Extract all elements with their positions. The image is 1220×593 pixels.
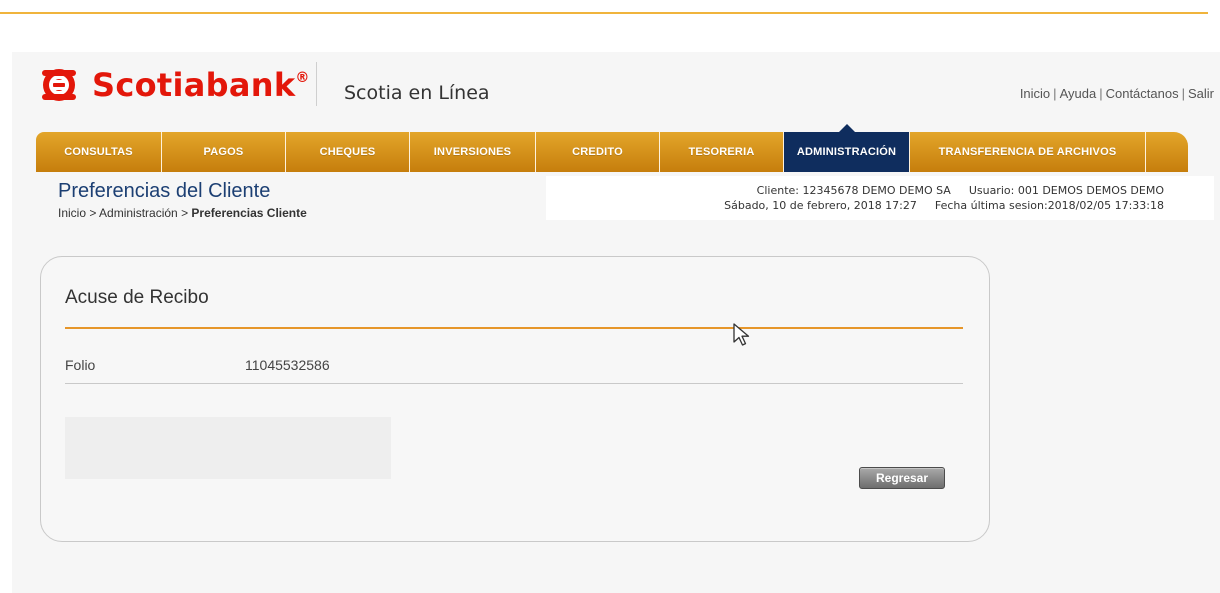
breadcrumb-inicio[interactable]: Inicio bbox=[58, 206, 86, 220]
breadcrumb: Inicio > Administración > Preferencias C… bbox=[58, 206, 307, 220]
app-frame: Scotiabank® Scotia en Línea Inicio | Ayuda… bbox=[12, 52, 1220, 593]
client-id: 12345678 DEMO DEMO SA bbox=[802, 184, 951, 197]
top-links: Inicio | Ayuda | Contáctanos | Salir bbox=[1019, 86, 1214, 101]
nav-cheques[interactable]: CHEQUES bbox=[286, 132, 410, 172]
header: Scotiabank® Scotia en Línea Inicio | Ayuda… bbox=[12, 52, 1220, 130]
link-inicio[interactable]: Inicio bbox=[1020, 86, 1050, 101]
nav-consultas[interactable]: CONSULTAS bbox=[36, 132, 162, 172]
empty-panel bbox=[65, 417, 391, 479]
link-salir[interactable]: Salir bbox=[1188, 86, 1214, 101]
link-contactanos[interactable]: Contáctanos bbox=[1106, 86, 1179, 101]
back-button[interactable]: Regresar bbox=[859, 467, 945, 489]
header-divider bbox=[316, 62, 317, 106]
nav-administracion[interactable]: ADMINISTRACIÓN bbox=[784, 124, 910, 172]
mouse-pointer-icon bbox=[733, 323, 750, 346]
nav-tesoreria[interactable]: TESORERIA bbox=[660, 132, 784, 172]
client-info: Cliente: 12345678 DEMO DEMO SA Usuario: 0… bbox=[546, 176, 1214, 220]
link-ayuda[interactable]: Ayuda bbox=[1060, 86, 1097, 101]
current-date: Sábado, 10 de febrero, 2018 17:27 bbox=[724, 199, 917, 212]
folio-label: Folio bbox=[65, 357, 96, 373]
app-name: Scotia en Línea bbox=[344, 82, 490, 104]
receipt-title: Acuse de Recibo bbox=[65, 287, 209, 308]
nav-inversiones[interactable]: INVERSIONES bbox=[410, 132, 536, 172]
nav-transferencia-archivos[interactable]: TRANSFERENCIA DE ARCHIVOS bbox=[910, 132, 1146, 172]
brand-name: Scotiabank® bbox=[92, 66, 310, 104]
user-id: 001 DEMOS DEMOS DEMO bbox=[1017, 184, 1164, 197]
scotiabank-logo-icon bbox=[42, 69, 76, 101]
nav-pagos[interactable]: PAGOS bbox=[162, 132, 286, 172]
client-line-1: Cliente: 12345678 DEMO DEMO SA Usuario: 0… bbox=[756, 184, 1164, 197]
top-accent-line bbox=[0, 12, 1208, 14]
title-divider bbox=[65, 327, 963, 329]
folio-divider bbox=[65, 383, 963, 384]
receipt-card: Acuse de Recibo Folio 11045532586 Regres… bbox=[40, 256, 990, 542]
breadcrumb-current: Preferencias Cliente bbox=[191, 206, 307, 220]
page-header: Preferencias del Cliente Inicio > Admini… bbox=[58, 180, 307, 220]
page-title: Preferencias del Cliente bbox=[58, 180, 271, 202]
main-nav: CONSULTAS PAGOS CHEQUES INVERSIONES CRED… bbox=[36, 124, 1188, 172]
nav-credito[interactable]: CREDITO bbox=[536, 132, 660, 172]
last-session: 2018/02/05 17:33:18 bbox=[1047, 199, 1164, 212]
client-line-2: Sábado, 10 de febrero, 2018 17:27 Fecha ú… bbox=[724, 199, 1164, 212]
folio-value: 11045532586 bbox=[245, 357, 330, 373]
brand-logo[interactable]: Scotiabank® bbox=[38, 64, 310, 106]
breadcrumb-administracion[interactable]: Administración bbox=[99, 206, 178, 220]
